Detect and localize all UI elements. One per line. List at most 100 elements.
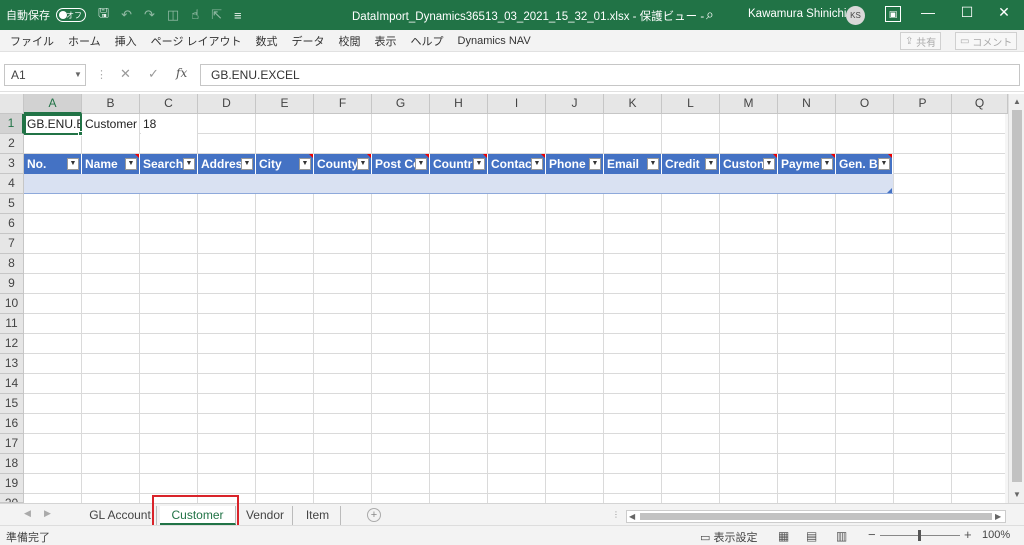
scroll-down-icon[interactable]: ▼ <box>1013 490 1021 499</box>
chevron-down-icon[interactable]: ▼ <box>74 70 82 79</box>
fill-handle[interactable] <box>78 131 83 136</box>
filter-dropdown-icon[interactable]: ▼ <box>299 158 311 170</box>
table-header-cell[interactable]: Credit ▼ <box>662 154 720 174</box>
table-header-cell[interactable]: Countr ▼ <box>430 154 488 174</box>
column-header[interactable]: E <box>256 94 314 114</box>
column-header[interactable]: I <box>488 94 546 114</box>
maximize-icon[interactable]: ☐ <box>957 4 977 21</box>
table-data-row[interactable] <box>24 174 893 194</box>
filter-dropdown-icon[interactable]: ▼ <box>878 158 890 170</box>
row-header[interactable]: 2 <box>0 134 24 154</box>
close-icon[interactable]: ✕ <box>994 4 1014 21</box>
row-header[interactable]: 7 <box>0 234 24 254</box>
menu-view[interactable]: 表示 <box>375 33 397 49</box>
sheet-tab-item[interactable]: Item <box>295 506 341 525</box>
cell-b1[interactable]: Customer <box>83 115 139 134</box>
tab-split-handle-icon[interactable]: ⋮ <box>612 510 620 519</box>
user-name[interactable]: Kawamura Shinichi <box>748 8 846 20</box>
touch-mode-icon[interactable]: ☝ <box>191 7 199 23</box>
column-header[interactable]: O <box>836 94 894 114</box>
zoom-slider-knob[interactable] <box>918 530 921 541</box>
menu-review[interactable]: 校閲 <box>339 33 361 49</box>
filter-dropdown-icon[interactable]: ▼ <box>125 158 137 170</box>
scrollbar-thumb[interactable] <box>640 513 992 520</box>
add-sheet-icon[interactable]: + <box>367 508 381 522</box>
filter-dropdown-icon[interactable]: ▼ <box>763 158 775 170</box>
insert-function-icon[interactable]: fx <box>176 66 187 80</box>
customize-qa-icon[interactable]: ≡ <box>234 8 242 23</box>
share-button[interactable]: ⇪ 共有 <box>900 32 942 50</box>
row-header[interactable]: 14 <box>0 374 24 394</box>
filter-dropdown-icon[interactable]: ▼ <box>357 158 369 170</box>
avatar[interactable]: KS <box>846 6 865 25</box>
filter-dropdown-icon[interactable]: ▼ <box>241 158 253 170</box>
row-header[interactable]: 6 <box>0 214 24 234</box>
scrollbar-thumb[interactable] <box>1012 110 1022 482</box>
row-header[interactable]: 19 <box>0 474 24 494</box>
menu-file[interactable]: ファイル <box>10 33 54 49</box>
column-header[interactable]: Q <box>952 94 1008 114</box>
spreadsheet-grid[interactable]: A B C D E F G H I J K L M N O P Q 1 2 3 … <box>0 94 1008 503</box>
cell-c1[interactable]: 18 <box>141 115 197 134</box>
tab-next-icon[interactable]: ▶ <box>44 508 51 519</box>
row-header[interactable]: 20 <box>0 494 24 503</box>
row-header[interactable]: 3 <box>0 154 24 174</box>
filter-dropdown-icon[interactable]: ▼ <box>647 158 659 170</box>
column-header[interactable]: G <box>372 94 430 114</box>
formula-input[interactable]: GB.ENU.EXCEL <box>200 64 1020 86</box>
row-header[interactable]: 8 <box>0 254 24 274</box>
row-header[interactable]: 5 <box>0 194 24 214</box>
menu-home[interactable]: ホーム <box>68 33 101 49</box>
table-header-cell[interactable]: Search ▼ <box>140 154 198 174</box>
zoom-level[interactable]: 100% <box>982 529 1010 541</box>
save-icon[interactable]: 🖫 <box>98 4 109 26</box>
table-header-cell[interactable]: Email ▼ <box>604 154 662 174</box>
horizontal-scrollbar[interactable]: ◀ ▶ <box>626 510 1006 523</box>
menu-dynamics-nav[interactable]: Dynamics NAV <box>458 35 531 47</box>
table-header-cell[interactable]: Phone ▼ <box>546 154 604 174</box>
row-header[interactable]: 1 <box>0 114 24 134</box>
row-header[interactable]: 10 <box>0 294 24 314</box>
row-header[interactable]: 4 <box>0 174 24 194</box>
table-header-cell[interactable]: Addres ▼ <box>198 154 256 174</box>
minimize-icon[interactable]: — <box>918 4 938 20</box>
camera-icon[interactable]: ◫ <box>167 7 179 23</box>
filter-dropdown-icon[interactable]: ▼ <box>67 158 79 170</box>
menu-help[interactable]: ヘルプ <box>411 33 444 49</box>
row-header[interactable]: 15 <box>0 394 24 414</box>
zoom-out-icon[interactable]: − <box>868 527 876 542</box>
table-header-cell[interactable]: Post Co ▼ <box>372 154 430 174</box>
cancel-icon[interactable]: ✕ <box>120 66 131 82</box>
column-header[interactable]: H <box>430 94 488 114</box>
filter-dropdown-icon[interactable]: ▼ <box>589 158 601 170</box>
filter-dropdown-icon[interactable]: ▼ <box>473 158 485 170</box>
zoom-in-icon[interactable]: + <box>964 527 972 542</box>
table-resize-handle[interactable] <box>887 188 892 193</box>
page-break-view-icon[interactable]: ▥ <box>836 529 847 543</box>
column-header[interactable]: D <box>198 94 256 114</box>
column-header[interactable]: M <box>720 94 778 114</box>
table-header-cell[interactable]: County ▼ <box>314 154 372 174</box>
menu-insert[interactable]: 挿入 <box>115 33 137 49</box>
column-header[interactable]: N <box>778 94 836 114</box>
row-header[interactable]: 9 <box>0 274 24 294</box>
column-header[interactable]: P <box>894 94 952 114</box>
redo-icon[interactable]: ↷ <box>144 7 155 23</box>
select-all-corner[interactable] <box>0 94 24 114</box>
row-header[interactable]: 12 <box>0 334 24 354</box>
menu-page-layout[interactable]: ページ レイアウト <box>151 33 242 49</box>
undo-icon[interactable]: ↶ <box>121 7 132 23</box>
scroll-left-icon[interactable]: ◀ <box>629 511 635 522</box>
column-header[interactable]: J <box>546 94 604 114</box>
sheet-tab-gl-account[interactable]: GL Account <box>84 506 157 525</box>
normal-view-icon[interactable]: ▦ <box>778 529 789 543</box>
ribbon-display-options-icon[interactable]: ▣ <box>885 6 901 22</box>
table-header-cell[interactable]: City ▼ <box>256 154 314 174</box>
autosave-toggle[interactable]: オフ <box>56 8 86 22</box>
column-header[interactable]: A <box>24 94 82 114</box>
column-header[interactable]: K <box>604 94 662 114</box>
filter-dropdown-icon[interactable]: ▼ <box>415 158 427 170</box>
column-header[interactable]: B <box>82 94 140 114</box>
sheet-tab-vendor[interactable]: Vendor <box>238 506 293 525</box>
table-header-cell[interactable]: No. ▼ <box>24 154 82 174</box>
